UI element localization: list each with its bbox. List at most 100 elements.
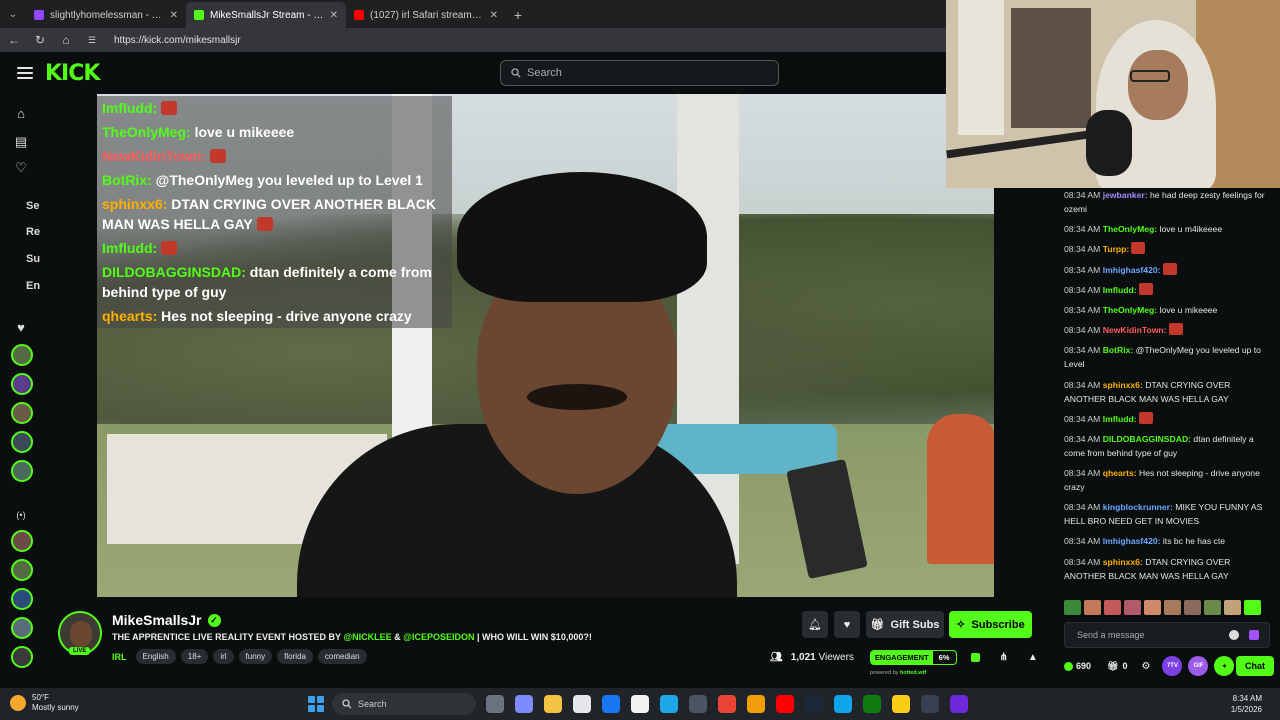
follow-button[interactable]: ♥: [834, 611, 860, 638]
recommended-channel-avatar[interactable]: [11, 617, 33, 639]
chat-settings-gear-icon[interactable]: ⚙: [1141, 661, 1150, 672]
browser-tab-2[interactable]: (1027) irl Safari stream in Ok ✕: [346, 2, 506, 28]
amazon-icon[interactable]: [631, 695, 649, 713]
recommended-channel-avatar[interactable]: [11, 588, 33, 610]
followed-channel-avatar[interactable]: [11, 431, 33, 453]
tag[interactable]: 18+: [180, 649, 209, 664]
browser-tab-0[interactable]: slightlyhomelessman - Twitch ✕: [26, 2, 186, 28]
extension-icon[interactable]: ✦: [1214, 656, 1235, 676]
app-icon[interactable]: [950, 695, 968, 713]
channel-name[interactable]: MikeSmallsJr ✓: [112, 612, 221, 628]
vlc-icon[interactable]: [747, 695, 765, 713]
following-heart-icon[interactable]: ♡: [13, 160, 29, 176]
gift-counter[interactable]: 🎁︎ 0: [1107, 661, 1127, 672]
gif-button[interactable]: GIF: [1188, 656, 1209, 676]
close-tab-icon[interactable]: ✕: [330, 10, 338, 21]
youtube-icon[interactable]: [776, 695, 794, 713]
chat-username[interactable]: Imfludd:: [1103, 285, 1137, 295]
mention-link[interactable]: @NICKLEE: [343, 632, 391, 642]
followed-channel-avatar[interactable]: [11, 344, 33, 366]
close-tab-icon[interactable]: ✕: [490, 10, 498, 21]
chat-username[interactable]: qhearts:: [1103, 468, 1137, 478]
task-view-icon[interactable]: [486, 695, 504, 713]
chat-username[interactable]: TheOnlyMeg:: [1103, 224, 1157, 234]
weather-widget[interactable]: 50°F Mostly sunny: [10, 693, 79, 713]
calculator-icon[interactable]: [689, 695, 707, 713]
store-icon[interactable]: [573, 695, 591, 713]
sidebar-item-1[interactable]: Re: [26, 226, 40, 238]
tag[interactable]: English: [135, 649, 176, 664]
kick-logo[interactable]: KICK: [45, 61, 100, 86]
tag[interactable]: funny: [238, 649, 273, 664]
emote-icon[interactable]: [1224, 600, 1241, 615]
emote-icon[interactable]: [1184, 600, 1201, 615]
recommended-channel-avatar[interactable]: [11, 530, 33, 552]
report-icon[interactable]: ▲: [1028, 652, 1038, 663]
recommended-channel-avatar[interactable]: [11, 646, 33, 668]
chrome-icon[interactable]: [718, 695, 736, 713]
chat-message-input[interactable]: Send a message: [1064, 622, 1270, 648]
chat-username[interactable]: sphinxx6:: [1103, 557, 1143, 567]
chat-username[interactable]: kingblockrunner:: [1103, 502, 1173, 512]
sidebar-item-3[interactable]: En: [26, 280, 40, 292]
emote-icon[interactable]: [1084, 600, 1101, 615]
chat-username[interactable]: sphinxx6:: [1103, 380, 1143, 390]
category-link[interactable]: IRL: [112, 652, 127, 662]
followed-channel-avatar[interactable]: [11, 402, 33, 424]
reload-icon[interactable]: ↻: [32, 33, 48, 47]
back-icon[interactable]: ←: [6, 33, 22, 47]
clip-icon[interactable]: [970, 653, 980, 662]
gift-subs-button[interactable]: 🎁︎ Gift Subs: [866, 611, 944, 638]
tag[interactable]: florida: [277, 649, 313, 664]
browse-icon[interactable]: ▤: [13, 134, 29, 150]
subscribe-button[interactable]: ✧ Subscribe: [949, 611, 1032, 638]
chat-username[interactable]: NewKidinTown:: [1103, 325, 1167, 335]
new-tab-icon[interactable]: +: [506, 2, 530, 28]
url-field[interactable]: https://kick.com/mikesmallsjr: [114, 35, 241, 46]
emote-picker-icon[interactable]: [1249, 630, 1259, 640]
emote-icon[interactable]: [1164, 600, 1181, 615]
seventv-button[interactable]: 7TV: [1162, 656, 1183, 676]
share-icon[interactable]: ⋔: [1000, 652, 1008, 663]
copilot-icon[interactable]: [515, 695, 533, 713]
home-icon[interactable]: ⌂: [58, 33, 74, 47]
emote-icon[interactable]: [1144, 600, 1161, 615]
chat-username[interactable]: lmhighasf420:: [1103, 536, 1161, 546]
search-input[interactable]: Search: [500, 60, 779, 86]
tag[interactable]: comedian: [317, 649, 367, 664]
tag[interactable]: irl: [213, 649, 234, 664]
chat-send-button[interactable]: Chat: [1236, 656, 1274, 676]
chat-username[interactable]: DILDOBAGGINSDAD:: [1103, 434, 1191, 444]
notification-bell-button[interactable]: 🔔︎: [802, 611, 828, 638]
site-info-icon[interactable]: ☰: [84, 35, 100, 46]
sticky-notes-icon[interactable]: [892, 695, 910, 713]
chat-username[interactable]: jewbanker:: [1103, 190, 1148, 200]
sidebar-item-2[interactable]: Su: [26, 253, 40, 265]
steam-icon[interactable]: [805, 695, 823, 713]
emote-icon[interactable]: [1244, 600, 1261, 615]
video-player[interactable]: Imfludd: TheOnlyMeg: love u mikeeee NewKid…: [97, 94, 994, 597]
chat-username[interactable]: BotRix:: [1103, 345, 1134, 355]
home-icon[interactable]: ⌂: [13, 106, 29, 122]
browser-tab-1[interactable]: MikeSmallsJr Stream - Watch ✕: [186, 2, 346, 28]
followed-channel-avatar[interactable]: [11, 373, 33, 395]
chat-username[interactable]: Turpp:: [1103, 244, 1130, 254]
obs-icon[interactable]: [921, 695, 939, 713]
facebook-icon[interactable]: [602, 695, 620, 713]
file-explorer-icon[interactable]: [544, 695, 562, 713]
chat-username[interactable]: TheOnlyMeg:: [1103, 305, 1157, 315]
emoji-icon[interactable]: [1229, 630, 1239, 640]
app-icon[interactable]: [834, 695, 852, 713]
chat-username[interactable]: Imfludd:: [1103, 414, 1137, 424]
chat-username[interactable]: lmhighasf420:: [1103, 265, 1161, 275]
xbox-icon[interactable]: [863, 695, 881, 713]
taskbar-search[interactable]: Search: [332, 693, 476, 715]
edge-icon[interactable]: [660, 695, 678, 713]
emote-icon[interactable]: [1124, 600, 1141, 615]
emote-icon[interactable]: [1104, 600, 1121, 615]
recommended-channel-avatar[interactable]: [11, 559, 33, 581]
windows-start-icon[interactable]: [308, 696, 324, 712]
followed-channel-avatar[interactable]: [11, 460, 33, 482]
tab-list-icon[interactable]: ⌄: [0, 0, 26, 28]
close-tab-icon[interactable]: ✕: [170, 10, 178, 21]
